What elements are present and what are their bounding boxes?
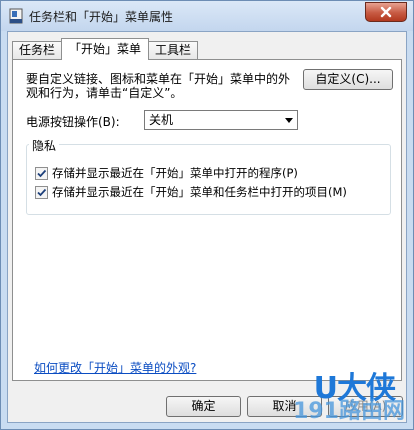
title-bar[interactable]: 任务栏和「开始」菜单属性 xyxy=(1,1,413,31)
recent-programs-checkbox[interactable] xyxy=(35,166,48,180)
window-title: 任务栏和「开始」菜单属性 xyxy=(29,10,174,24)
apply-button[interactable]: 应用(A) xyxy=(328,396,403,417)
close-button[interactable] xyxy=(365,2,407,22)
recent-programs-label: 存储并显示最近在「开始」菜单中打开的程序(P) xyxy=(52,166,298,180)
taskbar-properties-icon xyxy=(9,8,23,24)
recent-programs-option[interactable]: 存储并显示最近在「开始」菜单中打开的程序(P) xyxy=(35,165,298,181)
customize-button[interactable]: 自定义(C)... xyxy=(303,69,393,90)
dialog-client-area: 任务栏 「开始」菜单 工具栏 要自定义链接、图标和菜单在「开始」菜单中的外观和行… xyxy=(7,31,407,423)
privacy-group-title: 隐私 xyxy=(29,137,60,154)
dropdown-arrow-icon xyxy=(285,118,293,123)
properties-window: 任务栏和「开始」菜单属性 任务栏 「开始」菜单 工具栏 要自定义链接、图标和菜单… xyxy=(0,0,414,430)
start-menu-tab-panel: 要自定义链接、图标和菜单在「开始」菜单中的外观和行为，请单击“自定义”。 自定义… xyxy=(12,59,402,381)
recent-items-option[interactable]: 存储并显示最近在「开始」菜单和任务栏中打开的项目(M) xyxy=(35,184,347,200)
tab-strip: 任务栏 「开始」菜单 工具栏 xyxy=(12,38,199,60)
ok-button[interactable]: 确定 xyxy=(166,396,241,417)
power-button-select[interactable]: 关机 xyxy=(144,110,298,130)
close-x-icon xyxy=(380,6,392,18)
recent-items-checkbox[interactable] xyxy=(35,185,48,199)
checkmark-icon xyxy=(37,169,47,177)
tab-toolbars[interactable]: 工具栏 xyxy=(148,41,199,60)
power-button-value: 关机 xyxy=(149,113,174,127)
cancel-button[interactable]: 取消 xyxy=(247,396,322,417)
help-link[interactable]: 如何更改「开始」菜单的外观? xyxy=(34,359,196,376)
checkmark-icon xyxy=(37,188,47,196)
tab-taskbar[interactable]: 任务栏 xyxy=(12,41,63,60)
recent-items-label: 存储并显示最近在「开始」菜单和任务栏中打开的项目(M) xyxy=(52,185,347,199)
power-button-label: 电源按钮操作(B): xyxy=(26,115,120,129)
customize-description: 要自定义链接、图标和菜单在「开始」菜单中的外观和行为，请单击“自定义”。 xyxy=(26,72,291,100)
tab-start-menu[interactable]: 「开始」菜单 xyxy=(61,38,150,60)
